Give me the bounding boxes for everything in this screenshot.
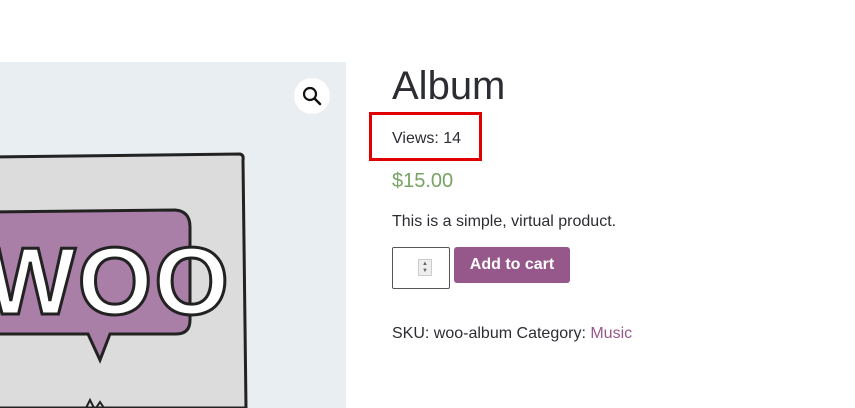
sku-label: SKU: (392, 325, 430, 342)
category-link-music[interactable]: Music (590, 325, 632, 342)
category-label: Category: (516, 325, 586, 342)
product-summary: Album (392, 62, 832, 110)
views-counter: Views: 14 (392, 130, 462, 147)
woo-album-artwork: WOO (0, 62, 346, 408)
product-gallery-image[interactable]: WOO (0, 62, 346, 408)
product-short-description: This is a simple, virtual product. (392, 213, 617, 230)
chevron-up-icon[interactable]: ▲ (422, 261, 428, 268)
quantity-stepper[interactable]: ▲ ▼ (418, 259, 432, 276)
product-meta: SKU: woo-album Category: Music (392, 324, 632, 344)
product-page: WOO Album Views: 14 $15.00 This is a sim… (0, 0, 855, 408)
product-title: Album (392, 64, 506, 108)
artwork-woo-text: WOO (0, 228, 231, 335)
sku-value: woo-album (433, 325, 513, 342)
product-price: $15.00 (392, 170, 454, 192)
add-to-cart-button[interactable]: Add to cart (454, 247, 570, 283)
gallery-zoom-button[interactable] (294, 78, 330, 114)
magnifier-icon (302, 86, 322, 106)
chevron-down-icon[interactable]: ▼ (422, 268, 428, 275)
